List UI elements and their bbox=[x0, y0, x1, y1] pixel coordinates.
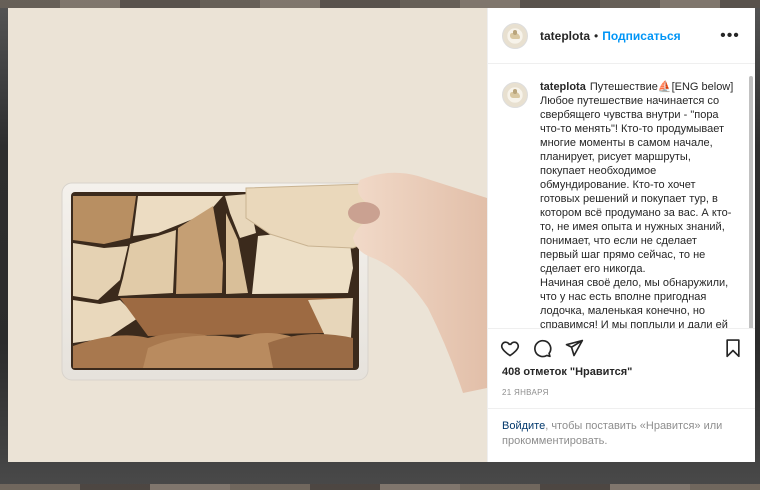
avatar[interactable] bbox=[502, 22, 528, 49]
login-link[interactable]: Войдите bbox=[502, 420, 545, 432]
post-header: tateplota • Подписаться ••• bbox=[488, 8, 755, 64]
more-icon[interactable]: ••• bbox=[719, 25, 741, 47]
backdrop-thumbnails-top bbox=[0, 0, 760, 8]
caption-username[interactable]: tateplota bbox=[540, 81, 586, 93]
action-bar bbox=[488, 328, 755, 366]
backdrop-thumbnails-bottom bbox=[0, 484, 760, 490]
post-modal: tateplota • Подписаться ••• tateplota Пут… bbox=[8, 8, 755, 462]
caption-text: Путешествие⛵️[ENG below] Любое путешеств… bbox=[540, 81, 734, 328]
post-side-panel: tateplota • Подписаться ••• tateplota Пут… bbox=[487, 8, 755, 462]
likes-count[interactable]: 408 отметок "Нравится" bbox=[488, 366, 755, 384]
scrollbar[interactable] bbox=[749, 76, 753, 328]
caption-avatar[interactable] bbox=[502, 82, 528, 108]
post-date[interactable]: 21 ЯНВАРЯ bbox=[488, 384, 755, 408]
logo-mark bbox=[509, 89, 521, 101]
login-to-comment: Войдите, чтобы поставить «Нравится» или … bbox=[488, 408, 755, 462]
separator-dot: • bbox=[594, 28, 599, 43]
heart-icon[interactable] bbox=[500, 338, 520, 358]
caption: tateplota Путешествие⛵️[ENG below] Любое … bbox=[540, 80, 736, 328]
logo-mark bbox=[509, 29, 521, 42]
comment-icon[interactable] bbox=[532, 338, 552, 358]
share-icon[interactable] bbox=[564, 338, 584, 358]
post-photo bbox=[8, 8, 487, 462]
comments-area[interactable]: tateplota Путешествие⛵️[ENG below] Любое … bbox=[488, 64, 755, 328]
follow-button[interactable]: Подписаться bbox=[602, 29, 680, 43]
bookmark-icon[interactable] bbox=[723, 338, 743, 358]
username-link[interactable]: tateplota bbox=[540, 29, 590, 43]
wooden-boat-puzzle-image bbox=[8, 8, 487, 462]
